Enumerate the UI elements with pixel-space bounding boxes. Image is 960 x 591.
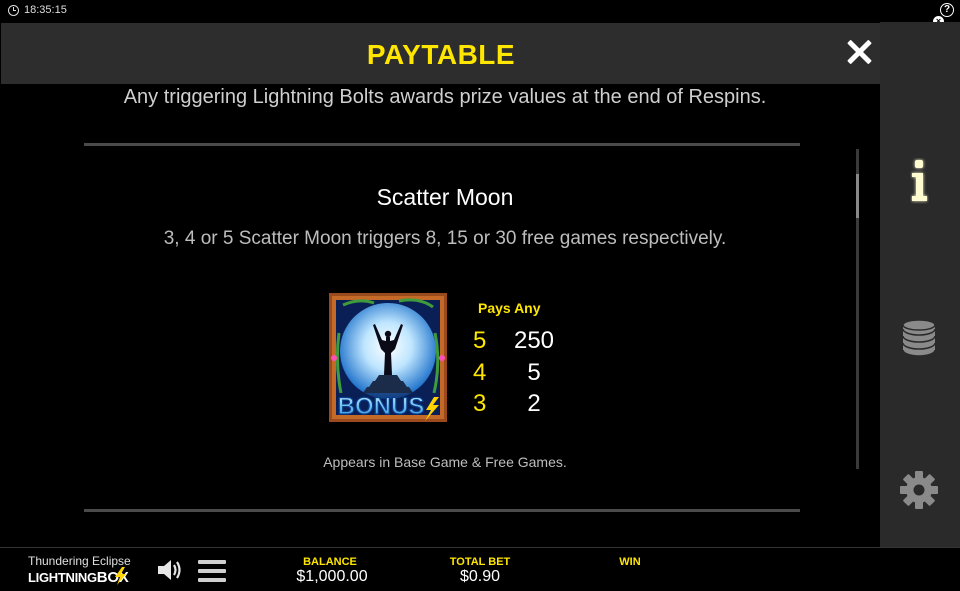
total-bet-value[interactable]: $0.90 [440, 568, 520, 586]
symbol-bonus-text: BONUS [338, 393, 425, 420]
balance-label: BALANCE [303, 556, 357, 568]
paytable-header: PAYTABLE [1, 23, 880, 84]
pay-count: 4 [473, 359, 487, 386]
pay-value: 2 [527, 390, 541, 417]
total-bet-label: TOTAL BET [449, 556, 511, 568]
respins-note: Any triggering Lightning Bolts awards pr… [123, 86, 767, 108]
status-bar [0, 0, 960, 21]
gear-icon[interactable] [899, 470, 939, 510]
speaker-icon[interactable] [156, 556, 184, 584]
divider [84, 143, 800, 146]
coins-icon[interactable] [902, 319, 936, 357]
scatter-moon-symbol: BONUS [329, 293, 447, 422]
game-name: Thundering Eclipse [28, 554, 131, 568]
close-icon[interactable] [844, 37, 874, 67]
section-description: 3, 4 or 5 Scatter Moon triggers 8, 15 or… [163, 228, 727, 249]
page-title: PAYTABLE [366, 39, 516, 70]
pay-count: 3 [473, 390, 487, 417]
brand-logo-part1: LIGHTNING [28, 570, 97, 585]
clock-icon [8, 5, 19, 16]
balance-value: $1,000.00 [296, 568, 368, 585]
hamburger-menu-icon[interactable] [198, 558, 226, 584]
appears-note: Appears in Base Game & Free Games. [323, 454, 567, 470]
pay-count: 5 [473, 327, 487, 354]
side-menu [880, 22, 960, 547]
help-icon[interactable]: ? [940, 3, 954, 17]
clock-time: 18:35:15 [24, 4, 67, 16]
win-label: WIN [619, 556, 641, 568]
pay-value: 5 [527, 359, 541, 386]
section-title: Scatter Moon [376, 184, 514, 210]
divider [84, 509, 800, 512]
info-icon[interactable] [908, 158, 930, 204]
pays-any-heading: Pays Any [478, 300, 541, 316]
pay-value: 250 [513, 327, 555, 354]
lightning-bolt-icon [115, 567, 126, 585]
